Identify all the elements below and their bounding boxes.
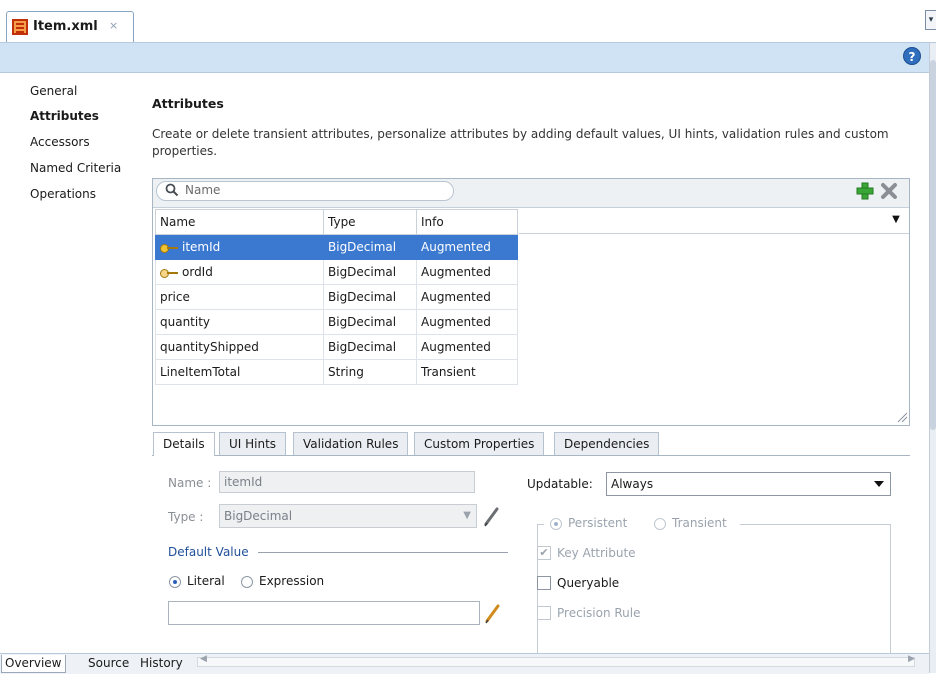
- column-header-type[interactable]: Type: [323, 209, 417, 235]
- table-row[interactable]: LineItemTotal String Transient: [155, 359, 518, 385]
- updatable-select[interactable]: Always: [606, 472, 891, 496]
- subtab-details[interactable]: Details: [153, 432, 215, 456]
- literal-radio[interactable]: [169, 576, 181, 588]
- xml-file-icon: [12, 19, 28, 35]
- literal-label: Literal: [187, 574, 225, 588]
- delete-attribute-icon[interactable]: [880, 182, 898, 200]
- vertical-scrollbar-thumb[interactable]: [930, 60, 936, 430]
- subtab-dependencies[interactable]: Dependencies: [554, 432, 660, 455]
- nav-item-accessors[interactable]: Accessors: [30, 135, 90, 149]
- attribute-type: BigDecimal: [323, 334, 417, 360]
- attribute-name: quantityShipped: [155, 334, 324, 360]
- table-header-row: Name Type Info: [155, 209, 518, 235]
- attribute-type: BigDecimal: [323, 234, 417, 260]
- attribute-info: Augmented: [416, 234, 518, 260]
- subtab-ui-hints[interactable]: UI Hints: [219, 432, 287, 455]
- table-row[interactable]: price BigDecimal Augmented: [155, 284, 518, 310]
- attribute-name: itemId: [182, 240, 221, 254]
- add-attribute-icon[interactable]: [856, 182, 874, 200]
- expression-radio[interactable]: [241, 576, 253, 588]
- subtab-custom-properties[interactable]: Custom Properties: [414, 432, 545, 455]
- table-header-filler: [519, 209, 909, 234]
- resize-grip-icon[interactable]: [896, 411, 908, 423]
- search-icon: [165, 183, 179, 197]
- attribute-info: Augmented: [416, 309, 518, 335]
- edit-type-pencil-icon[interactable]: [482, 505, 500, 527]
- editor-tab-bar: [0, 0, 936, 43]
- table-row[interactable]: quantityShipped BigDecimal Augmented: [155, 334, 518, 360]
- column-header-info[interactable]: Info: [416, 209, 518, 235]
- search-input[interactable]: [185, 183, 435, 197]
- transient-radio[interactable]: [654, 518, 666, 530]
- close-tab-icon[interactable]: ×: [109, 19, 118, 32]
- table-row[interactable]: itemId BigDecimal Augmented: [155, 234, 518, 260]
- nav-item-attributes[interactable]: Attributes: [30, 109, 99, 123]
- attribute-info: Augmented: [416, 259, 518, 285]
- chevron-down-icon: ▼: [463, 510, 471, 521]
- precision-rule-checkbox[interactable]: [537, 606, 551, 620]
- foreign-key-icon: [160, 268, 178, 278]
- attribute-type: BigDecimal: [323, 284, 417, 310]
- precision-rule-label: Precision Rule: [557, 606, 641, 620]
- attribute-name: quantity: [155, 309, 324, 335]
- attribute-info: Augmented: [416, 334, 518, 360]
- attribute-type: BigDecimal: [323, 309, 417, 335]
- persistence-group: [537, 524, 891, 659]
- persistent-label: Persistent: [568, 516, 628, 530]
- default-value-label: Default Value: [168, 545, 249, 559]
- table-row[interactable]: quantity BigDecimal Augmented: [155, 309, 518, 335]
- queryable-label: Queryable: [557, 576, 620, 590]
- subtab-validation-rules[interactable]: Validation Rules: [293, 432, 409, 455]
- default-value-divider: [258, 552, 508, 553]
- updatable-value: Always: [611, 477, 654, 491]
- editor-tab-title: Item.xml: [33, 19, 98, 34]
- transient-label: Transient: [672, 516, 727, 530]
- name-field[interactable]: itemId: [219, 471, 475, 493]
- default-value-input[interactable]: [168, 601, 480, 625]
- left-navigation: General Attributes Accessors Named Crite…: [0, 73, 141, 653]
- name-label: Name :: [168, 476, 212, 490]
- attribute-info: Transient: [416, 359, 518, 385]
- attribute-type: BigDecimal: [323, 259, 417, 285]
- type-select[interactable]: BigDecimal ▼: [219, 504, 477, 528]
- type-label: Type :: [168, 510, 204, 524]
- tab-list-dropdown-icon[interactable]: ▾: [925, 10, 936, 30]
- type-value: BigDecimal: [224, 509, 293, 523]
- attribute-name: ordId: [182, 265, 213, 279]
- scroll-right-icon[interactable]: ▶: [908, 654, 915, 664]
- queryable-checkbox[interactable]: [537, 576, 551, 590]
- horizontal-scrollbar[interactable]: [197, 657, 915, 667]
- edit-expression-pencil-icon[interactable]: [483, 602, 501, 624]
- section-title: Attributes: [152, 96, 224, 111]
- bottom-tab-source[interactable]: Source: [85, 655, 132, 672]
- editor-tab-item-xml[interactable]: Item.xml ×: [6, 11, 134, 42]
- chevron-down-icon: [874, 481, 884, 487]
- section-description: Create or delete transient attributes, p…: [152, 127, 889, 158]
- scroll-left-icon[interactable]: ◀: [200, 654, 207, 664]
- table-row[interactable]: ordId BigDecimal Augmented: [155, 259, 518, 285]
- primary-key-icon: [160, 243, 178, 253]
- attributes-table: Name Type Info itemId BigDecimal Augment…: [155, 209, 518, 385]
- nav-item-general[interactable]: General: [30, 84, 77, 98]
- attribute-type: String: [323, 359, 417, 385]
- key-attribute-label: Key Attribute: [557, 546, 636, 560]
- attribute-name: price: [155, 284, 324, 310]
- overview-header-strip: [0, 43, 930, 73]
- updatable-label: Updatable:: [527, 477, 593, 491]
- persistent-radio[interactable]: [550, 518, 562, 530]
- nav-item-named-criteria[interactable]: Named Criteria: [30, 161, 121, 175]
- attribute-info: Augmented: [416, 284, 518, 310]
- bottom-tab-overview[interactable]: Overview: [1, 655, 66, 673]
- bottom-tab-history[interactable]: History: [137, 655, 186, 672]
- key-attribute-checkbox[interactable]: ✔: [537, 546, 551, 560]
- expression-label: Expression: [259, 574, 325, 588]
- help-icon[interactable]: ?: [903, 47, 921, 65]
- attribute-name: LineItemTotal: [155, 359, 324, 385]
- column-menu-icon[interactable]: ▼: [890, 214, 902, 226]
- nav-item-operations[interactable]: Operations: [30, 187, 96, 201]
- column-header-name[interactable]: Name: [155, 209, 324, 235]
